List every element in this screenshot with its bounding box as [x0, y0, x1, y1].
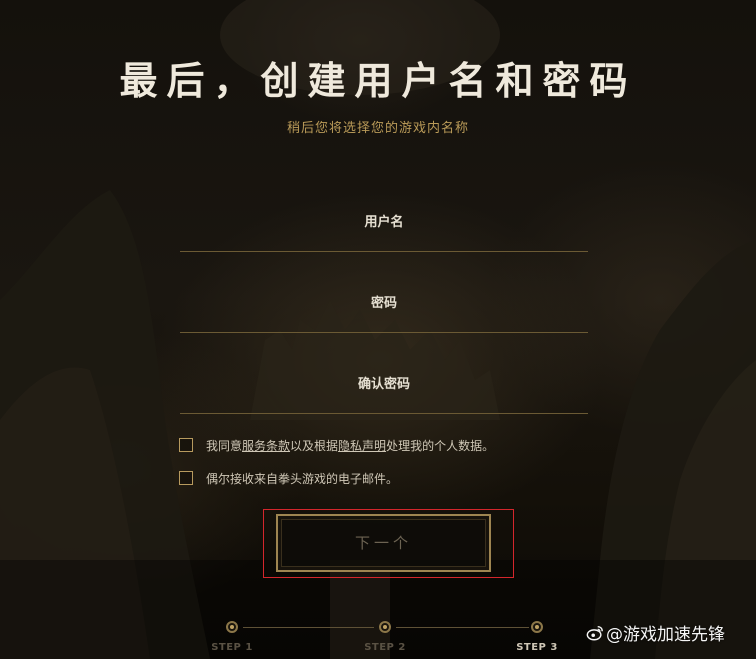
terms-middle: 以及根据: [290, 438, 339, 453]
username-input[interactable]: [180, 229, 588, 249]
step-connector-2: [396, 627, 529, 628]
step-3-indicator: [531, 621, 543, 633]
username-field[interactable]: 用户名: [180, 211, 588, 252]
privacy-notice-link[interactable]: 隐私声明: [338, 439, 386, 453]
password-input[interactable]: [180, 310, 588, 330]
watermark: @游戏加速先锋: [586, 620, 725, 645]
weibo-like-logo-icon: [586, 625, 603, 640]
marketing-checkbox[interactable]: [179, 471, 193, 485]
username-label: 用户名: [364, 215, 404, 230]
password-field[interactable]: 密码: [180, 292, 588, 333]
step-3-label: STEP 3: [516, 642, 558, 653]
page-subtitle: 稍后您将选择您的游戏内名称: [286, 121, 469, 136]
terms-prefix: 我同意: [206, 438, 243, 453]
step-1-indicator: [226, 621, 238, 633]
terms-consent-text: 我同意服务条款以及根据隐私声明处理我的个人数据。: [206, 437, 494, 454]
step-connector-1: [243, 627, 374, 628]
terms-consent-row: 我同意服务条款以及根据隐私声明处理我的个人数据。: [179, 436, 494, 454]
next-button[interactable]: 下一个: [276, 514, 491, 572]
marketing-consent-text: 偶尔接收来自拳头游戏的电子邮件。: [206, 471, 399, 486]
page-title: 最后，创建用户名和密码: [119, 58, 637, 103]
confirm-password-field[interactable]: 确认密码: [180, 373, 588, 414]
confirm-password-input[interactable]: [180, 391, 588, 411]
terms-of-service-link[interactable]: 服务条款: [242, 439, 290, 453]
step-2-label: STEP 2: [364, 642, 406, 653]
watermark-text: @游戏加速先锋: [606, 625, 725, 645]
confirm-password-label: 确认密码: [357, 377, 410, 392]
password-label: 密码: [370, 296, 397, 311]
terms-checkbox[interactable]: [179, 438, 193, 452]
marketing-consent-row: 偶尔接收来自拳头游戏的电子邮件。: [179, 469, 398, 487]
signup-page: 最后，创建用户名和密码 稍后您将选择您的游戏内名称 用户名 密码 确认密码 我同…: [0, 0, 756, 659]
terms-suffix: 处理我的个人数据。: [386, 438, 495, 453]
step-2-indicator: [379, 621, 391, 633]
step-1-label: STEP 1: [211, 642, 253, 653]
